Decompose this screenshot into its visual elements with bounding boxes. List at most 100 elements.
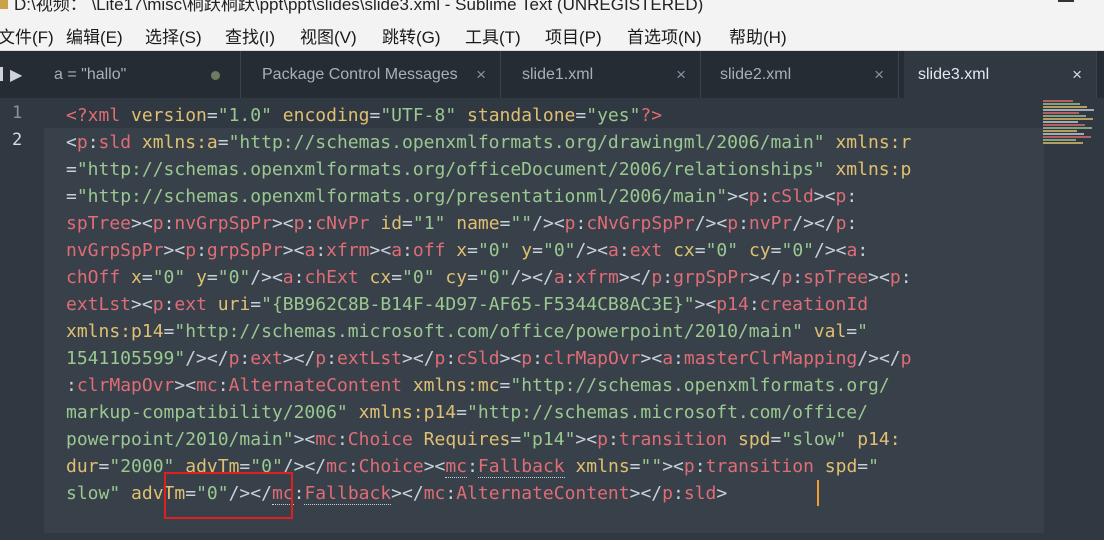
- code-token: ><: [369, 240, 392, 261]
- tab-package-control-messages[interactable]: Package Control Messages ×: [248, 51, 501, 98]
- code-token: =: [98, 456, 110, 477]
- menu-file[interactable]: 文件(F): [0, 23, 54, 48]
- code-token: :: [293, 267, 305, 288]
- code-token: markup-compatibility/2006": [66, 402, 348, 423]
- code-token: "0": [542, 240, 576, 261]
- minimap[interactable]: [1043, 100, 1095, 144]
- code-token: :: [163, 294, 175, 315]
- code-token: a: [553, 267, 565, 288]
- menu-preferences[interactable]: 首选项(N): [627, 23, 702, 48]
- code-token: id: [380, 213, 403, 234]
- code-token: "http://schemas.microsoft.com/office/: [467, 402, 868, 423]
- menu-tools[interactable]: 工具(T): [465, 23, 521, 48]
- code-token: /></: [792, 213, 836, 234]
- code-token: ><: [499, 348, 522, 369]
- code-token: =: [391, 267, 403, 288]
- code-token: =: [217, 132, 229, 153]
- code-token: "UTF-8": [380, 105, 457, 126]
- code-token: =: [402, 213, 413, 234]
- code-token: ><: [868, 267, 890, 288]
- code-token: sld: [683, 483, 717, 504]
- code-token: "p14": [521, 429, 576, 450]
- code-token: =: [510, 429, 522, 450]
- code-token: :: [672, 483, 684, 504]
- code-token: =: [575, 105, 587, 126]
- tab-slide3[interactable]: slide3.xml ×: [904, 51, 1097, 99]
- menu-goto[interactable]: 跳转(G): [382, 23, 441, 48]
- code-line: markup-compatibility/2006" xmlns:p14="ht…: [66, 399, 912, 426]
- code-token: xfrm: [575, 267, 619, 288]
- code-token: y: [196, 267, 207, 288]
- code-token: x: [131, 267, 142, 288]
- code-line: extLst><p:ext uri="{BB962C8B-B14F-4D97-A…: [66, 291, 912, 318]
- code-token: /><: [575, 240, 609, 261]
- unsaved-dot-icon[interactable]: [211, 71, 220, 80]
- code-token: p: [683, 456, 695, 477]
- code-token: slow": [66, 483, 121, 504]
- close-icon[interactable]: ×: [1072, 65, 1082, 85]
- code-token: :: [239, 348, 251, 369]
- code-token: cy: [445, 267, 468, 288]
- menu-view[interactable]: 视图(V): [300, 23, 357, 48]
- tab-slide2[interactable]: slide2.xml ×: [706, 51, 899, 98]
- code-token: :: [163, 213, 175, 234]
- code-line: <p:sld xmlns:a="http://schemas.openxmlfo…: [66, 129, 912, 156]
- code-token: version: [131, 105, 207, 126]
- code-token: a: [846, 240, 858, 261]
- code-token: grpSpPr: [673, 267, 749, 288]
- close-icon[interactable]: ×: [676, 65, 686, 85]
- code-token: mc: [196, 375, 218, 396]
- code-token: p: [727, 213, 739, 234]
- code-token: cSld: [770, 186, 814, 207]
- code-token: powerpoint/2010/main": [66, 429, 294, 450]
- menu-selection[interactable]: 选择(S): [145, 23, 202, 48]
- code-token: Choice: [358, 456, 424, 477]
- minimize-icon[interactable]: [1058, 0, 1074, 2]
- code-token: =: [629, 456, 641, 477]
- code-token: "": [510, 213, 533, 234]
- code-token: =: [66, 186, 77, 207]
- menu-find[interactable]: 查找(I): [225, 23, 275, 48]
- close-icon[interactable]: ×: [874, 65, 884, 85]
- code-token: /><: [814, 240, 847, 261]
- code-token: cx: [369, 267, 392, 288]
- menu-help[interactable]: 帮助(H): [729, 23, 787, 48]
- code-token: ></: [282, 348, 316, 369]
- tab-slide1[interactable]: slide1.xml ×: [508, 51, 701, 98]
- code-token: =: [467, 240, 478, 261]
- code-token: ext: [629, 240, 663, 261]
- code-token: =: [141, 267, 153, 288]
- code-editor[interactable]: 1 2 <?xml version="1.0" encoding="UTF-8"…: [0, 98, 1104, 540]
- code-token: val: [813, 321, 847, 342]
- code-token: ><: [727, 186, 749, 207]
- code-token: cy: [748, 240, 771, 261]
- code-token: name: [456, 213, 500, 234]
- code-token: ": [868, 456, 879, 477]
- code-token: =: [369, 105, 381, 126]
- code-token: mc: [326, 456, 348, 477]
- code-token: Fallback: [304, 483, 392, 505]
- code-token: :: [217, 375, 229, 396]
- tab-untitled[interactable]: a = "hallo": [40, 51, 241, 98]
- code-token: p: [564, 213, 576, 234]
- code-token: p14: [716, 294, 749, 315]
- code-token: p: [889, 267, 901, 288]
- code-token: a: [608, 240, 619, 261]
- menu-project[interactable]: 项目(P): [545, 23, 602, 48]
- code-token: "0": [781, 240, 814, 261]
- code-token: cNvPr: [315, 213, 370, 234]
- code-token: a: [282, 267, 294, 288]
- minimap-line: [1043, 121, 1078, 123]
- minimap-line: [1043, 142, 1083, 144]
- close-icon[interactable]: ×: [476, 65, 486, 85]
- menu-edit[interactable]: 编辑(E): [66, 23, 123, 48]
- code-token: :: [618, 240, 630, 261]
- code-line: xmlns:p14="http://schemas.microsoft.com/…: [66, 318, 912, 345]
- code-text[interactable]: <?xml version="1.0" encoding="UTF-8" sta…: [66, 102, 912, 507]
- code-token: spTree: [803, 267, 869, 288]
- code-token: "0": [402, 267, 435, 288]
